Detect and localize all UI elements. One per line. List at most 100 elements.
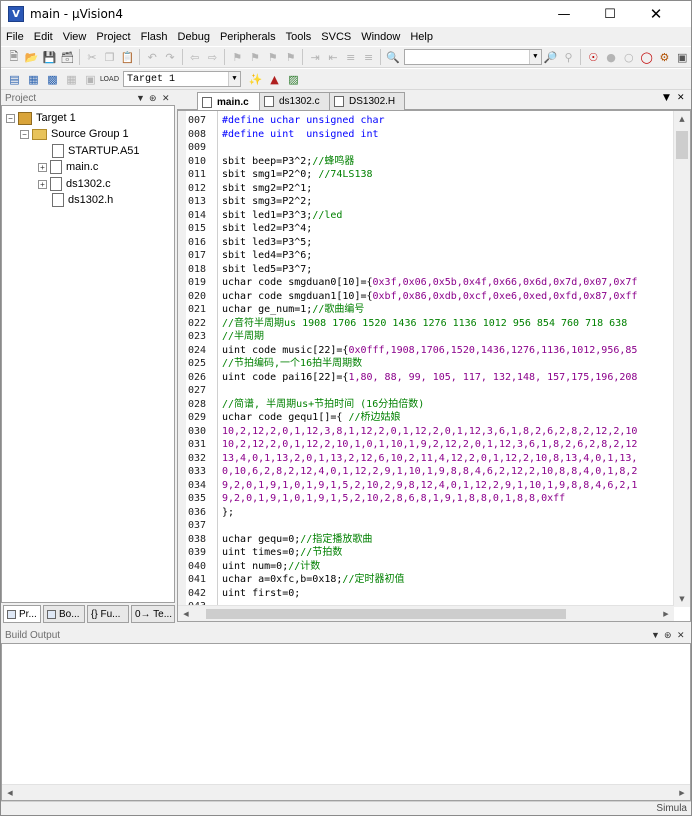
menu-edit[interactable]: Edit (29, 31, 58, 43)
scroll-left-icon[interactable]: ◀ (2, 785, 18, 801)
download-icon[interactable]: LOAD (100, 71, 119, 87)
tree-item-file[interactable]: + main.c (38, 159, 98, 175)
menu-flash[interactable]: Flash (136, 31, 173, 43)
target-options-icon[interactable]: ✨ (247, 71, 264, 87)
tab-ds1302-c[interactable]: ds1302.c (259, 92, 337, 110)
window-icon[interactable]: ▣ (674, 49, 690, 65)
code-line[interactable]: 013 sbit smg3=P2^2; (178, 195, 678, 208)
code-line[interactable]: 021 uchar ge_num=1;//歌曲编号 (178, 303, 678, 316)
tree-item-file[interactable]: STARTUP.A51 (52, 143, 140, 159)
code-line[interactable]: 016 sbit led3=P3^5; (178, 236, 678, 249)
tree-item-file[interactable]: + ds1302.c (38, 176, 111, 192)
code-line[interactable]: 020 uchar code smgduan1[10]={0xbf,0x86,0x… (178, 290, 678, 303)
debug-start-icon[interactable]: ☉ (585, 49, 601, 65)
maximize-icon[interactable]: ☐ (587, 1, 633, 27)
panel-close-icon[interactable]: ✕ (677, 627, 685, 643)
redo-icon[interactable]: ↷ (162, 49, 178, 65)
scroll-thumb[interactable] (676, 131, 688, 159)
menu-peripherals[interactable]: Peripherals (215, 31, 281, 43)
scroll-right-icon[interactable]: ▶ (674, 785, 690, 801)
minimize-icon[interactable]: — (541, 1, 587, 27)
select-packet-icon[interactable]: ▨ (285, 71, 302, 87)
code-line[interactable]: 032 13,4,0,1,13,2,0,1,13,2,12,6,10,2,11,4… (178, 452, 678, 465)
code-line[interactable]: 034 9,2,0,1,9,1,0,1,9,1,5,2,10,2,9,8,12,4… (178, 479, 678, 492)
code-line[interactable]: 023 //半周期 (178, 330, 678, 343)
expand-icon[interactable]: + (38, 162, 47, 172)
code-line[interactable]: 008 #define uint unsigned int (178, 128, 678, 141)
indent-icon[interactable]: ⇥ (307, 49, 323, 65)
uncomment-icon[interactable]: ≡ (361, 49, 377, 65)
panel-close-icon[interactable]: ✕ (162, 90, 170, 106)
code-line[interactable]: 009 (178, 141, 678, 154)
configure-icon[interactable]: ⚙ (656, 49, 672, 65)
code-line[interactable]: 036}; (178, 506, 678, 519)
code-line[interactable]: 026 uint code pai16[22]={1,80, 88, 99, 10… (178, 371, 678, 384)
scroll-left-icon[interactable]: ◀ (178, 606, 194, 621)
tree-item-target[interactable]: − Target 1 (6, 110, 76, 126)
menu-view[interactable]: View (58, 31, 92, 43)
tab-ds1302-h[interactable]: DS1302.H (329, 92, 405, 110)
stop-build-icon[interactable]: ▣ (82, 71, 99, 87)
next-bookmark-icon[interactable]: ⚑ (265, 49, 281, 65)
vertical-scrollbar[interactable]: ▲ ▼ (673, 111, 690, 607)
tab-books[interactable]: Bo... (43, 605, 85, 623)
translate-icon[interactable]: ▤ (6, 71, 23, 87)
code-line[interactable]: 011 sbit smg1=P2^0; //74LS138 (178, 168, 678, 181)
find-next-icon[interactable]: 🔎 (543, 49, 559, 65)
code-line[interactable]: 024 uint code music[22]={0x0fff,1908,1706… (178, 344, 678, 357)
expand-icon[interactable]: + (38, 179, 47, 189)
scroll-right-icon[interactable]: ▶ (658, 606, 674, 621)
code-line[interactable]: 015 sbit led2=P3^4; (178, 222, 678, 235)
code-line[interactable]: 035 9,2,0,1,9,1,0,1,9,1,5,2,10,2,8,6,8,1,… (178, 492, 678, 505)
bookmark-icon[interactable]: ⚑ (229, 49, 245, 65)
horizontal-scrollbar[interactable]: ◀ ▶ (178, 605, 674, 621)
kill-breakpoints-icon[interactable]: ◯ (639, 49, 655, 65)
code-line[interactable]: 037 (178, 519, 678, 532)
code-line[interactable]: 030 10,2,12,2,0,1,12,3,8,1,12,2,0,1,12,2,… (178, 425, 678, 438)
scroll-up-icon[interactable]: ▲ (674, 111, 690, 127)
horizontal-scrollbar[interactable]: ◀ ▶ (2, 784, 690, 800)
new-file-icon[interactable]: 🗎 (6, 49, 22, 65)
pin-icon[interactable]: ⊛ (149, 90, 157, 106)
editor-close-icon[interactable]: ✕ (677, 93, 685, 103)
code-line[interactable]: 028 //简谱, 半周期us+节拍时间 (16分拍倍数) (178, 398, 678, 411)
code-line[interactable]: 014 sbit led1=P3^3;//led (178, 209, 678, 222)
cut-icon[interactable]: ✂ (84, 49, 100, 65)
menu-tools[interactable]: Tools (281, 31, 317, 43)
find-in-files-icon[interactable]: 🔍 (385, 49, 401, 65)
code-line[interactable]: 039 uint times=0;//节拍数 (178, 546, 678, 559)
incremental-find-icon[interactable]: ⚲ (561, 49, 577, 65)
open-file-icon[interactable]: 📂 (24, 49, 40, 65)
nav-back-icon[interactable]: ⇦ (187, 49, 203, 65)
code-line[interactable]: 031 10,2,12,2,0,1,12,2,10,1,0,1,10,1,9,2,… (178, 438, 678, 451)
copy-icon[interactable]: ❐ (102, 49, 118, 65)
code-line[interactable]: 017 sbit led4=P3^6; (178, 249, 678, 262)
code-line[interactable]: 012 sbit smg2=P2^1; (178, 182, 678, 195)
code-line[interactable]: 033 0,10,6,2,8,2,12,4,0,1,12,2,9,1,10,1,9… (178, 465, 678, 478)
scroll-down-icon[interactable]: ▼ (674, 591, 690, 607)
undo-icon[interactable]: ↶ (144, 49, 160, 65)
tab-templates[interactable]: 0→ Te... (131, 605, 175, 623)
code-line[interactable]: 022 //音符半周期us 1908 1706 1520 1436 1276 11… (178, 317, 678, 330)
code-line[interactable]: 018 sbit led5=P3^7; (178, 263, 678, 276)
menu-svcs[interactable]: SVCS (316, 31, 356, 43)
batch-build-icon[interactable]: ▦ (63, 71, 80, 87)
breakpoint-disable-icon[interactable]: ○ (621, 49, 637, 65)
code-line[interactable]: 027 (178, 384, 678, 397)
pin-icon[interactable]: ⊛ (664, 627, 672, 643)
code-line[interactable]: 025 //节拍编码,一个16拍半周期数 (178, 357, 678, 370)
collapse-icon[interactable]: − (6, 113, 15, 123)
target-select[interactable]: Target 1 ▼ (123, 71, 241, 87)
save-all-icon[interactable]: 🗃 (59, 49, 75, 65)
panel-menu-icon[interactable]: ▼ (651, 627, 660, 643)
code-line[interactable]: 007 #define uchar unsigned char (178, 114, 678, 127)
menu-help[interactable]: Help (405, 31, 438, 43)
paste-icon[interactable]: 📋 (120, 49, 136, 65)
build-output-panel[interactable]: ◀ ▶ (1, 643, 691, 801)
tree-item-source-group[interactable]: − Source Group 1 (20, 126, 129, 142)
nav-forward-icon[interactable]: ⇨ (205, 49, 221, 65)
comment-icon[interactable]: ≡ (343, 49, 359, 65)
collapse-icon[interactable]: − (20, 129, 29, 139)
menu-file[interactable]: File (1, 31, 29, 43)
save-icon[interactable]: 💾 (42, 49, 58, 65)
